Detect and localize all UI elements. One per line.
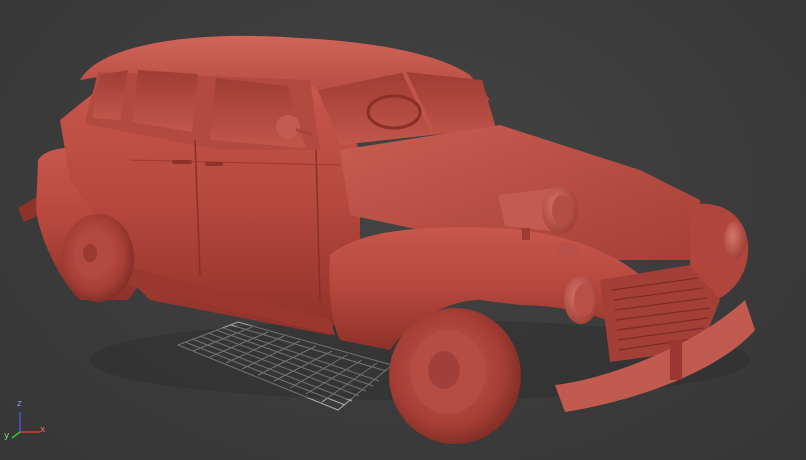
side-window-middle [132, 70, 198, 132]
axis-y-label: y [4, 431, 10, 441]
rear-wheel [62, 214, 134, 302]
front-wheel [389, 308, 521, 444]
parking-light [556, 242, 580, 258]
scene-canvas[interactable] [0, 0, 806, 460]
bumper-guard [670, 340, 682, 380]
door-handle-rear [172, 160, 192, 164]
3d-viewport[interactable]: z x y [0, 0, 806, 460]
axis-gizmo [11, 412, 40, 439]
axis-x-label: x [40, 425, 46, 435]
side-mirror [276, 115, 300, 139]
door-handle-front [205, 162, 223, 166]
axis-z-label: z [17, 399, 22, 409]
headlight-right [724, 221, 746, 259]
